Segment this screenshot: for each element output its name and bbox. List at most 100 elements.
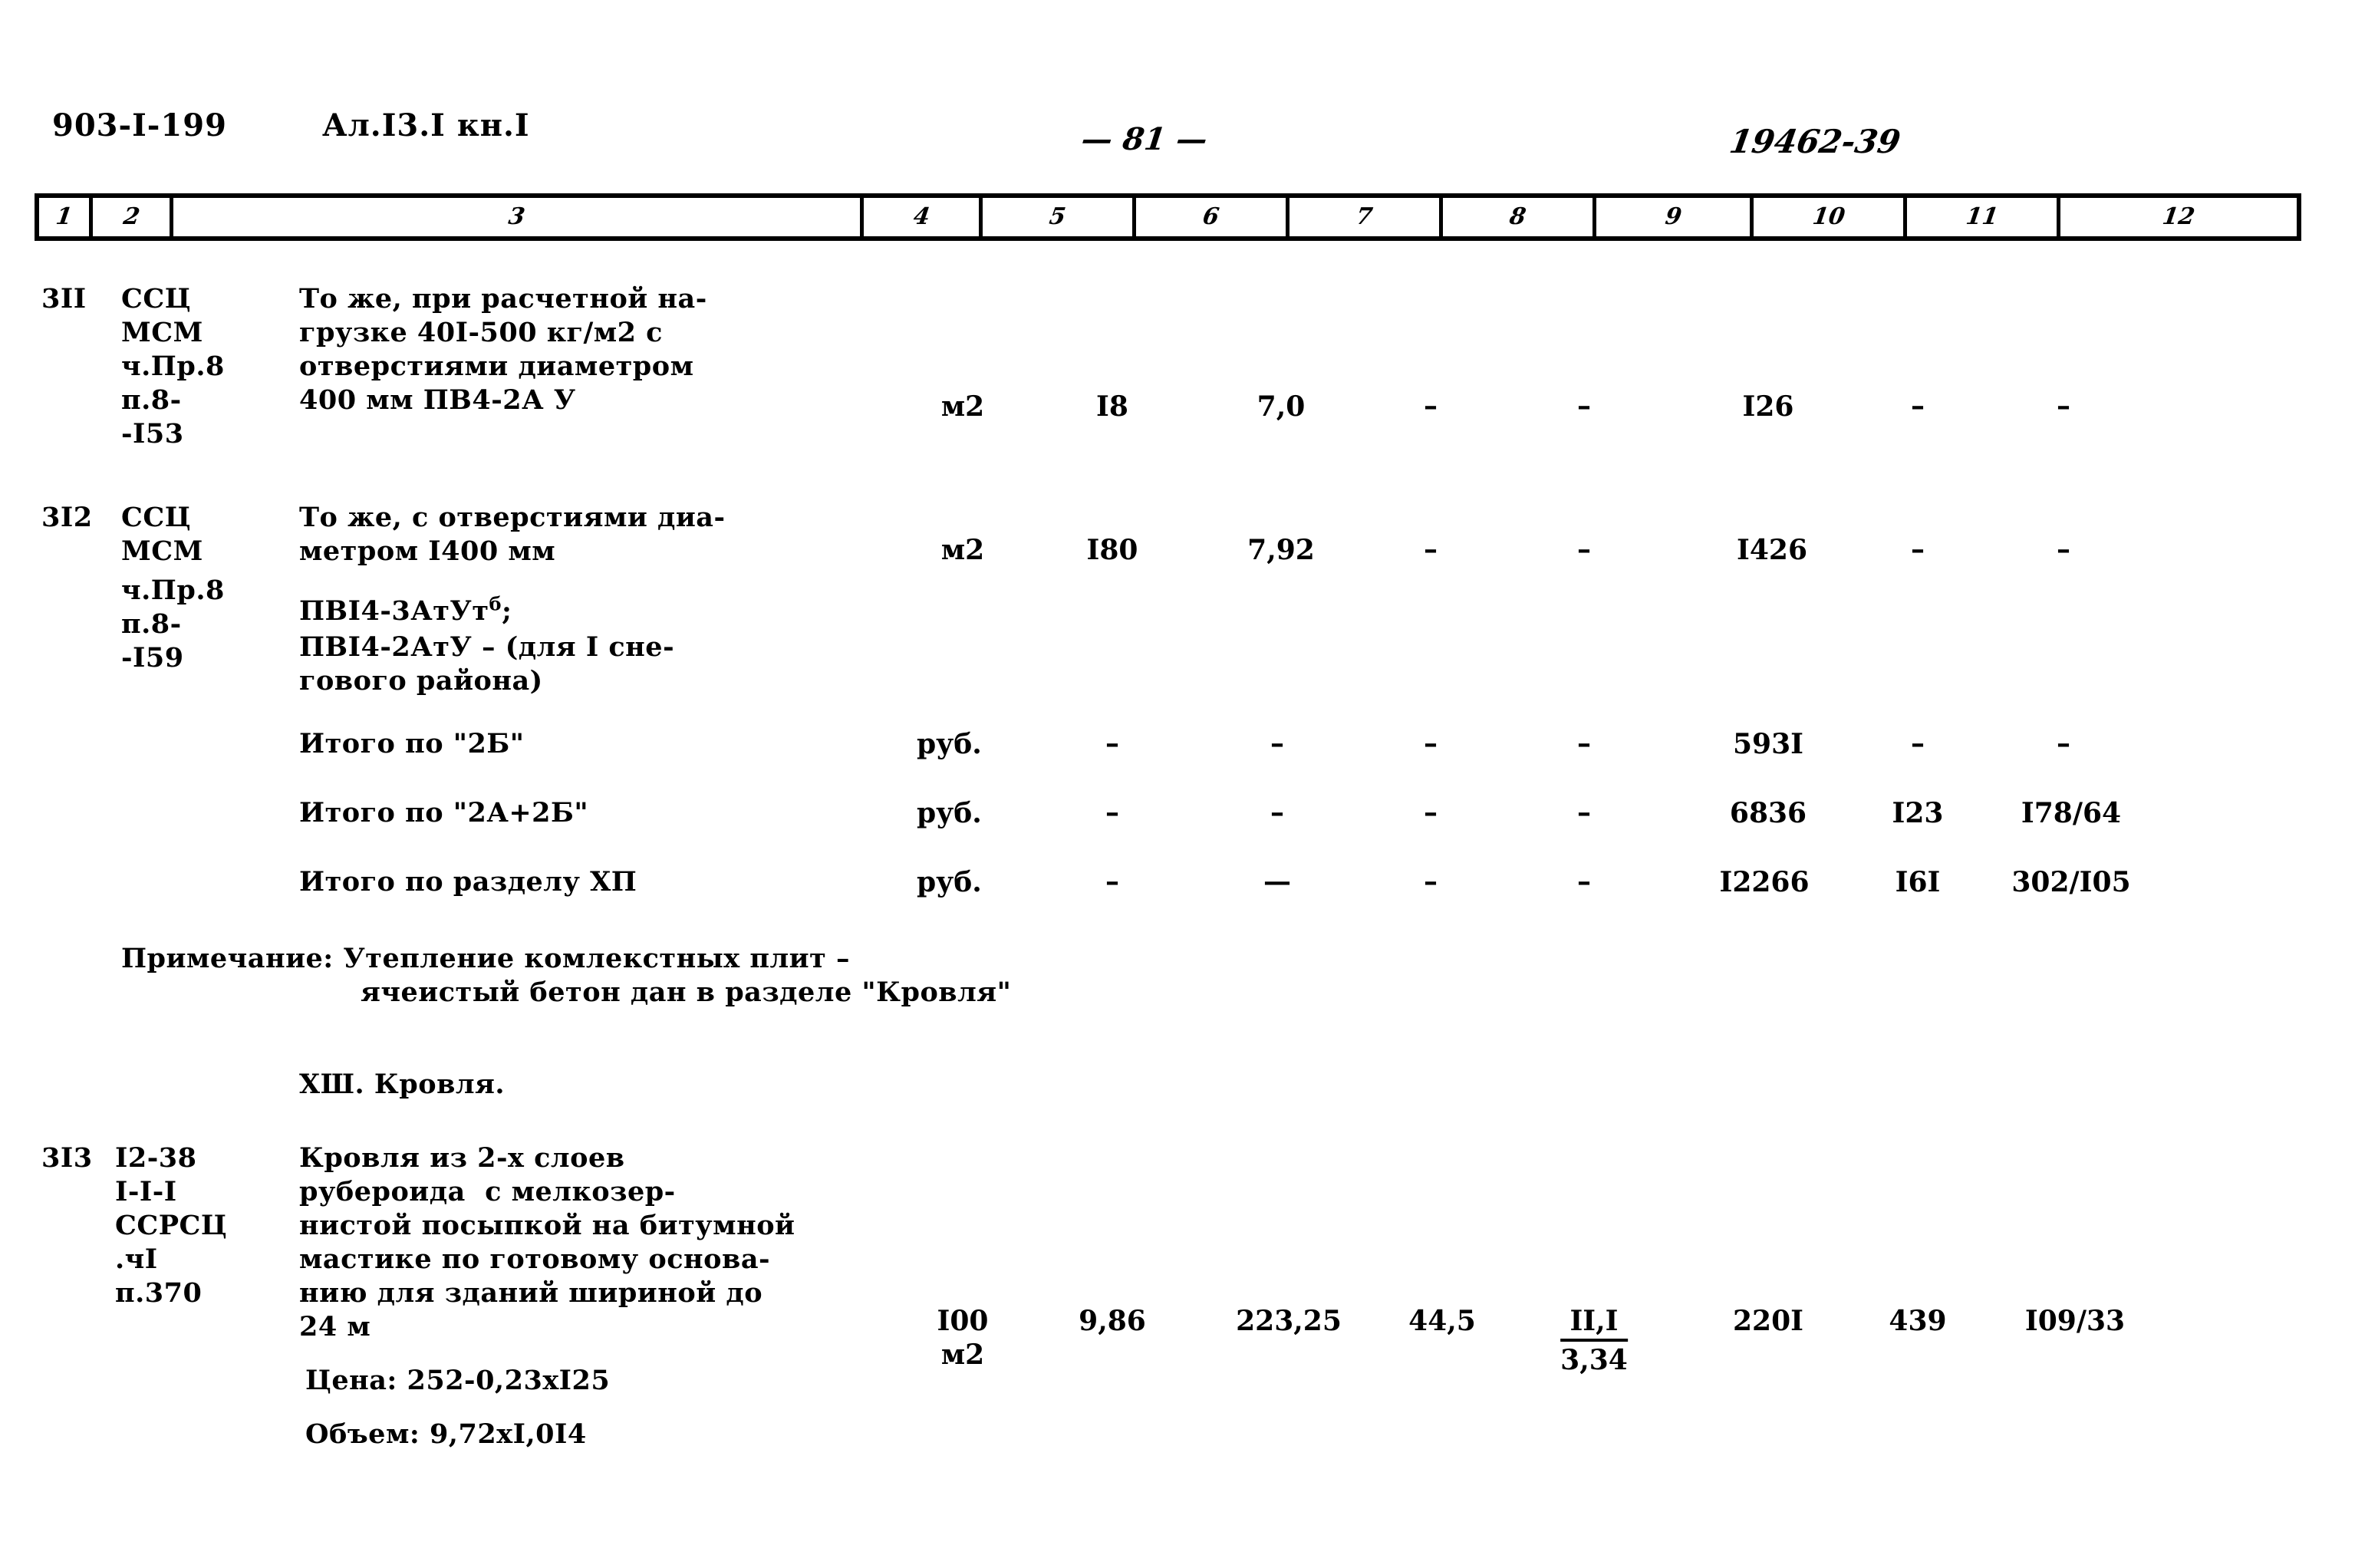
total-col-8: – [1577, 796, 1591, 828]
total-col-8: – [1577, 727, 1591, 759]
total-label: Итого по разделу ХП [299, 866, 637, 898]
column-header-12: 12 [2060, 198, 2297, 236]
total-col-10: I23 [1892, 797, 1944, 829]
row-volume-line: Объем: 9,72хI,0I4 [305, 1418, 587, 1450]
total-col-7: – [1424, 727, 1438, 759]
cell-col-5: 9,86 [1079, 1305, 1146, 1337]
total-col-11: – [2057, 727, 2070, 759]
column-header-3-label: 3 [506, 203, 527, 230]
column-header-8-label: 8 [1507, 203, 1528, 230]
column-header-10-label: 10 [1810, 203, 1846, 230]
row-code-line-2: МСМ [121, 317, 203, 348]
document-page: 903-I-199 Ал.I3.I кн.I — 81 — 19462-39 1… [0, 0, 2355, 1568]
cell-col-6: 7,0 [1257, 390, 1306, 423]
total-col-5: – [1105, 796, 1119, 828]
cell-col-5: I80 [1086, 534, 1138, 566]
total-col-6: – [1270, 796, 1284, 828]
row-code-line-2: МСМ [121, 535, 203, 567]
row-code-line-5: п.370 [115, 1277, 203, 1309]
cell-col-6: 7,92 [1247, 534, 1315, 566]
total-col-9: 593I [1733, 728, 1803, 760]
column-header-11: 11 [1907, 198, 2060, 236]
row-code-line-1: I2-38 [115, 1142, 197, 1174]
row-description-line-1: То же, с отверстиями диа- [299, 502, 726, 533]
cell-col-10: – [1911, 390, 1925, 422]
total-col-10: – [1911, 727, 1925, 759]
total-col-8: – [1577, 865, 1591, 898]
total-col-7: – [1424, 796, 1438, 828]
total-unit: руб. [917, 797, 982, 829]
total-col-5: – [1105, 727, 1119, 759]
cell-col-7: – [1424, 390, 1438, 422]
total-label: Итого по "2А+2Б" [299, 797, 589, 828]
section-heading: ХШ. Кровля. [299, 1069, 506, 1100]
row-code-line-1: ССЦ [121, 283, 192, 315]
cell-col-10: – [1911, 533, 1925, 565]
column-header-6: 6 [1136, 198, 1289, 236]
cell-col-9: I26 [1742, 390, 1794, 423]
cell-unit: м2 [940, 534, 985, 566]
column-header-2-label: 2 [121, 203, 141, 230]
column-header-7-label: 7 [1354, 203, 1375, 230]
cell-col-8: – [1577, 390, 1591, 422]
note-line-2: ячеистый бетон дан в разделе "Кровля" [361, 977, 1012, 1008]
total-col-7: – [1424, 865, 1438, 898]
column-header-9-label: 9 [1663, 203, 1683, 230]
cell-col-7: 44,5 [1408, 1305, 1476, 1337]
note-line-1: Примечание: Утепление комлекстных плит – [121, 943, 850, 974]
cell-col-11: – [2057, 390, 2070, 422]
row-code-line-5: -I59 [121, 642, 184, 674]
total-col-9: I2266 [1719, 866, 1810, 898]
row-code-line-4: п.8- [121, 384, 182, 416]
row-code-line-3: ч.Пр.8 [121, 575, 225, 606]
cell-col-7: – [1424, 533, 1438, 565]
row-description-line-3: нистой посыпкой на битумной [299, 1210, 795, 1241]
column-header-7: 7 [1289, 198, 1443, 236]
column-header-9: 9 [1596, 198, 1754, 236]
column-header-1: 1 [39, 198, 93, 236]
column-header-8: 8 [1443, 198, 1596, 236]
row-description-line-4: 400 мм ПВ4-2А У [299, 384, 576, 416]
column-header-5: 5 [983, 198, 1136, 236]
column-number-row: 1 2 3 4 5 6 7 8 9 10 11 12 [35, 193, 2301, 241]
column-header-4-label: 4 [911, 203, 931, 230]
album-label: Ал.I3.I кн.I [322, 107, 530, 143]
mark-1-semicolon: ; [502, 595, 512, 627]
mark-1-superscript: б [489, 592, 502, 615]
page-number: — 81 — [1079, 121, 1210, 157]
total-col-5: – [1105, 865, 1119, 898]
cell-col-5: I8 [1096, 390, 1128, 423]
row-code-line-4: .чI [115, 1244, 158, 1275]
cell-col-9: I426 [1737, 534, 1807, 566]
cell-col-8: – [1577, 533, 1591, 565]
total-col-6: — [1263, 865, 1291, 898]
cell-unit-line-1: I00 [937, 1305, 989, 1337]
total-col-6: – [1270, 727, 1284, 759]
cell-unit-line-2: м2 [940, 1339, 985, 1371]
row-code-line-3: ч.Пр.8 [121, 351, 225, 382]
cell-col-8-denominator: 3,34 [1560, 1344, 1628, 1376]
row-description-line-2: рубероида с мелкозер- [299, 1176, 676, 1207]
column-header-6-label: 6 [1201, 203, 1221, 230]
row-description-line-2: грузке 40I-500 кг/м2 с [299, 317, 663, 348]
row-code-line-5: -I53 [121, 418, 184, 450]
cell-col-6: 223,25 [1236, 1305, 1342, 1337]
column-header-4: 4 [864, 198, 983, 236]
row-description-mark-1: ПВI4-3АтУтб; [299, 595, 512, 628]
row-number: 3II [41, 283, 87, 315]
row-description-mark-3: гового района) [299, 665, 543, 697]
total-unit: руб. [917, 866, 982, 898]
document-code: 19462-39 [1727, 123, 1903, 160]
mark-1-label: ПВI4-3АтУт [299, 595, 489, 627]
cell-col-10: 439 [1889, 1305, 1947, 1337]
column-header-10: 10 [1754, 198, 1907, 236]
cell-col-11: I09/33 [2024, 1305, 2126, 1337]
row-price-line: Цена: 252-0,23хI25 [305, 1365, 611, 1396]
total-unit: руб. [917, 728, 982, 760]
row-code-line-4: п.8- [121, 608, 182, 640]
row-code-line-3: ССРСЦ [115, 1210, 228, 1241]
row-description-line-5: нию для зданий шириной до [299, 1277, 763, 1309]
row-description-line-2: метром I400 мм [299, 535, 556, 567]
row-description-line-3: отверстиями диаметром [299, 351, 694, 382]
total-col-11: I78/64 [2021, 797, 2122, 829]
